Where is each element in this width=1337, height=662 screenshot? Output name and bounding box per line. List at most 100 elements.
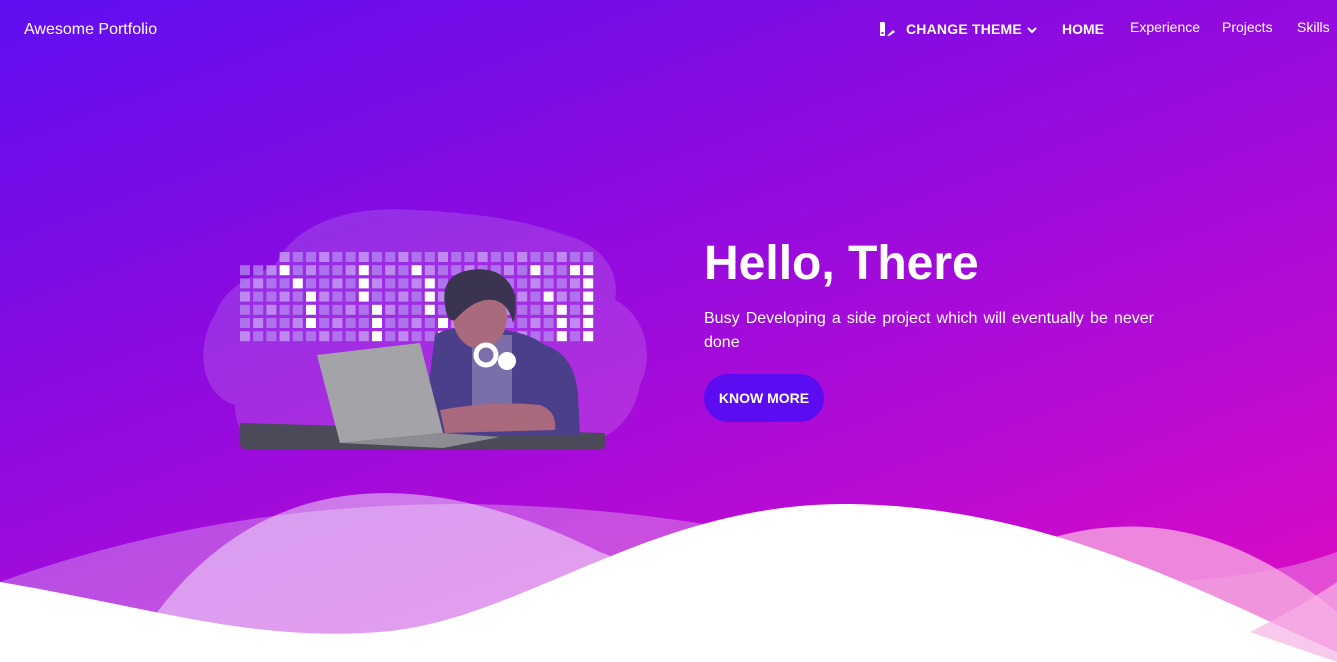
pixel-cell [240, 265, 250, 276]
pixel-cell [556, 278, 567, 289]
pixel-cell [358, 252, 369, 262]
pixel-cell [358, 291, 369, 302]
nav-experience[interactable]: Experience [1130, 19, 1200, 35]
pixel-cell [570, 304, 580, 315]
pixel-cell [424, 331, 435, 342]
pixel-cell [372, 265, 382, 276]
nav-home[interactable]: HOME [1062, 21, 1104, 37]
pixel-cell [583, 304, 594, 315]
pixel-cell [345, 291, 356, 302]
know-more-button[interactable]: KNOW MORE [704, 374, 824, 422]
pixel-cell [306, 278, 316, 289]
pixel-cell [464, 252, 475, 262]
pixel-cell [266, 291, 277, 302]
nav-skills[interactable]: Skills [1297, 19, 1330, 35]
pixel-cell [504, 252, 514, 262]
pixel-cell [240, 291, 250, 302]
pixel-cell [570, 265, 580, 276]
pixel-cell [451, 252, 462, 262]
pixel-cell [398, 304, 409, 315]
pixel-cell [266, 265, 277, 276]
pixel-cell [398, 278, 409, 289]
pixel-cell [583, 278, 594, 289]
pixel-cell [292, 252, 303, 262]
pixel-cell [319, 265, 330, 276]
pixel-cell [583, 291, 594, 302]
pixel-cell [372, 278, 382, 289]
pixel-cell [398, 252, 409, 262]
pixel-cell [345, 318, 356, 328]
pixel-cell [385, 331, 396, 342]
hero-subtitle: Busy Developing a side project which wil… [704, 310, 1154, 351]
pixel-cell [543, 252, 554, 262]
pixel-cell [279, 265, 290, 276]
pixel-cell [332, 304, 343, 315]
pixel-cell [240, 304, 250, 315]
pixel-cell [398, 291, 409, 302]
pixel-cell [358, 331, 369, 342]
pixel-cell [292, 278, 303, 289]
pixel-cell [411, 265, 422, 276]
chevron-down-icon [1026, 23, 1038, 35]
pixel-cell [517, 318, 528, 328]
pixel-cell [306, 304, 316, 315]
pixel-cell [292, 331, 303, 342]
pixel-cell [372, 331, 382, 342]
pixel-cell [517, 291, 528, 302]
pixel-cell [240, 318, 250, 328]
pixel-cell [556, 265, 567, 276]
pixel-cell [319, 291, 330, 302]
pixel-cell [306, 291, 316, 302]
pixel-cell [543, 318, 554, 328]
pixel-cell [504, 265, 514, 276]
pixel-cell [424, 318, 435, 328]
pixel-cell [332, 265, 343, 276]
pixel-cell [411, 291, 422, 302]
pixel-cell [438, 252, 448, 262]
pixel-cell [570, 291, 580, 302]
pixel-cell [253, 291, 264, 302]
pixel-cell [517, 252, 528, 262]
decorative-waves [0, 493, 1337, 662]
pixel-cell [411, 304, 422, 315]
pixel-cell [240, 331, 250, 342]
pixel-cell [253, 304, 264, 315]
pixel-cell [530, 252, 541, 262]
pixel-cell [372, 252, 382, 262]
pixel-cell [345, 252, 356, 262]
pixel-cell [411, 331, 422, 342]
pixel-cell [292, 318, 303, 328]
brand-logo-text[interactable]: Awesome Portfolio [24, 21, 157, 39]
pixel-cell [543, 291, 554, 302]
pixel-cell [411, 278, 422, 289]
nav-projects[interactable]: Projects [1222, 19, 1273, 35]
pixel-cell [279, 278, 290, 289]
pixel-cell [319, 278, 330, 289]
pixel-cell [319, 318, 330, 328]
pixel-cell [385, 318, 396, 328]
pixel-cell [424, 304, 435, 315]
pixel-cell [570, 318, 580, 328]
pixel-cell [385, 252, 396, 262]
pixel-cell [530, 291, 541, 302]
top-navbar: Awesome Portfolio CHANGE THEME HOME Expe… [0, 0, 1337, 62]
pixel-cell [543, 265, 554, 276]
pixel-cell [385, 265, 396, 276]
pixel-cell [306, 318, 316, 328]
pixel-cell [556, 318, 567, 328]
pixel-cell [543, 304, 554, 315]
pixel-cell [292, 304, 303, 315]
change-theme-button[interactable]: CHANGE THEME [878, 20, 1038, 38]
pixel-cell [345, 265, 356, 276]
pixel-cell [358, 318, 369, 328]
pixel-cell [530, 304, 541, 315]
pixel-cell [583, 318, 594, 328]
pixel-cell [556, 304, 567, 315]
pixel-cell [279, 304, 290, 315]
pixel-cell [372, 318, 382, 328]
pixel-cell [345, 331, 356, 342]
pixel-cell [583, 252, 594, 262]
pixel-cell [266, 318, 277, 328]
pixel-cell [530, 265, 541, 276]
pixel-cell [292, 291, 303, 302]
